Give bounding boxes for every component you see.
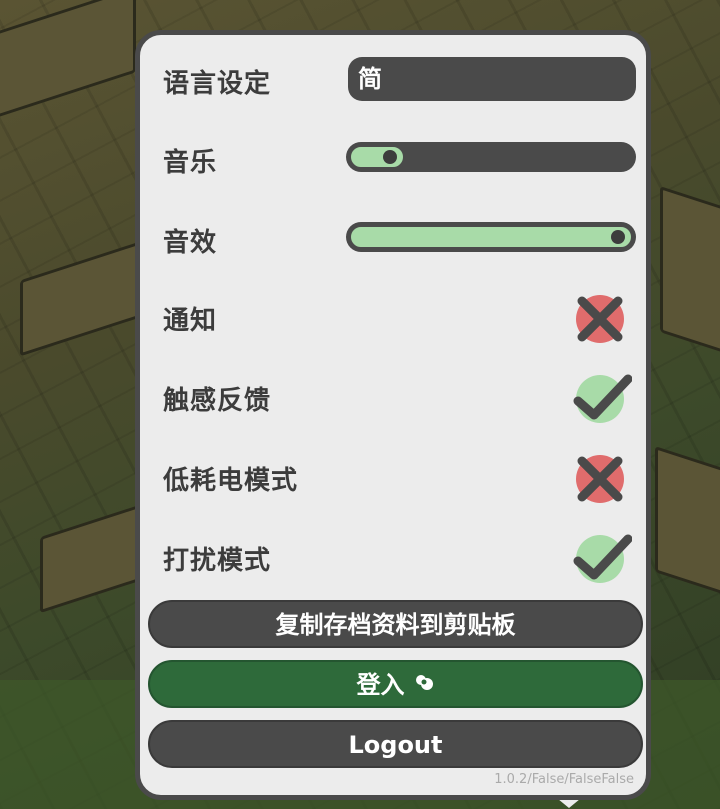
check-icon	[572, 374, 633, 431]
logout-label: Logout	[348, 731, 443, 759]
sound-effects-slider[interactable]	[346, 222, 636, 252]
haptics-label: 触感反馈	[163, 386, 272, 416]
settings-panel: 语言设定 简 音乐 音效 通知 触感反馈 低耗电模式 打扰模式 复制存档资料到剪…	[135, 30, 651, 800]
sound-effects-slider-knob[interactable]	[611, 230, 625, 244]
low-power-toggle[interactable]	[572, 447, 632, 507]
music-label: 音乐	[163, 148, 218, 178]
language-value: 简	[358, 65, 382, 93]
language-select[interactable]: 简	[348, 57, 636, 101]
logout-button[interactable]: Logout	[148, 720, 643, 768]
version-text: 1.0.2/False/FalseFalse	[494, 772, 634, 787]
cross-icon	[572, 295, 632, 351]
do-not-disturb-toggle[interactable]	[572, 527, 633, 587]
copy-save-label: 复制存档资料到剪贴板	[275, 611, 516, 639]
sound-effects-label: 音效	[163, 228, 218, 258]
low-power-label: 低耗电模式	[163, 466, 299, 496]
notifications-label: 通知	[163, 306, 218, 336]
login-swirl-icon	[413, 663, 435, 709]
haptics-toggle[interactable]	[572, 367, 633, 427]
language-label: 语言设定	[163, 69, 272, 99]
sound-effects-slider-fill	[349, 225, 633, 249]
cross-icon	[572, 455, 632, 511]
login-label: 登入	[356, 671, 405, 699]
music-slider[interactable]	[346, 142, 636, 172]
do-not-disturb-label: 打扰模式	[163, 546, 272, 576]
check-icon	[572, 534, 633, 591]
music-slider-knob[interactable]	[383, 150, 397, 164]
login-button[interactable]: 登入	[148, 660, 643, 708]
notifications-toggle[interactable]	[572, 287, 632, 347]
copy-save-button[interactable]: 复制存档资料到剪贴板	[148, 600, 643, 648]
